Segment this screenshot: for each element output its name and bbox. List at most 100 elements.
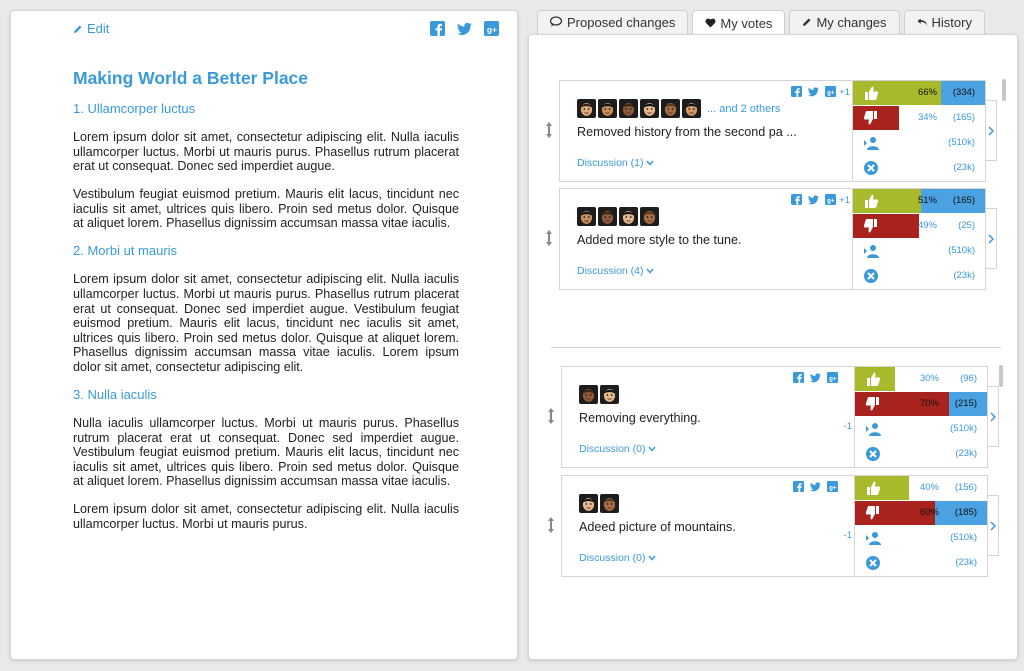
svg-text:g+: g+ [829, 375, 837, 382]
facebook-icon[interactable] [791, 194, 802, 205]
tab-proposed-changes[interactable]: Proposed changes [537, 10, 689, 34]
twitter-icon[interactable] [457, 21, 472, 36]
cancel-vote-row[interactable]: (23k) [855, 551, 987, 576]
discussion-label: Discussion (4) [577, 265, 644, 277]
more-voters-link[interactable]: ... and 2 others [707, 103, 780, 115]
downvote-row[interactable]: 34% (165) [853, 106, 985, 131]
expand-arrow-button[interactable] [986, 100, 997, 161]
expand-arrow-button[interactable] [988, 386, 999, 447]
tab-bar: Proposed changes My votes My changes Histor… [537, 10, 985, 35]
avatar[interactable] [600, 385, 619, 404]
users-count: (510k) [950, 423, 977, 434]
document-body: Making World a Better Place 1. Ullamcorp… [73, 69, 459, 544]
my-vote-badge: +1 [839, 195, 850, 206]
avatar[interactable] [619, 99, 638, 118]
drag-handle[interactable] [545, 230, 553, 248]
vote-panel: 30% (96) 70% (215) (510k) (23k) [854, 366, 988, 468]
twitter-icon[interactable] [810, 372, 821, 383]
up-percent: 51% [917, 195, 937, 206]
downvote-row[interactable]: 49% (25) [853, 214, 985, 239]
google-plus-icon[interactable]: g+ [827, 372, 838, 383]
drag-handle[interactable] [545, 122, 553, 140]
avatar[interactable] [579, 385, 598, 404]
google-plus-icon[interactable]: g+ [484, 21, 499, 36]
drag-handle[interactable] [547, 517, 555, 535]
downvote-row[interactable]: 70% (215) [855, 392, 987, 417]
upvote-row[interactable]: 51% (165) [853, 189, 985, 214]
avatar[interactable] [579, 494, 598, 513]
twitter-icon[interactable] [808, 194, 819, 205]
delegate-row[interactable]: (510k) [855, 526, 987, 551]
edit-button[interactable]: Edit [73, 21, 109, 36]
card-share-buttons: g+ [791, 194, 836, 205]
google-plus-icon[interactable]: g+ [825, 86, 836, 97]
cancel-vote-row[interactable]: (23k) [853, 264, 985, 289]
cancel-vote-row[interactable]: (23k) [853, 156, 985, 181]
avatar[interactable] [600, 494, 619, 513]
delegate-row[interactable]: (510k) [855, 417, 987, 442]
down-count: (165) [952, 112, 975, 123]
discussion-toggle[interactable]: Discussion (1) [577, 157, 654, 169]
twitter-icon[interactable] [808, 86, 819, 97]
down-percent: 49% [917, 220, 937, 231]
vote-panel: 51% (165) 49% (25) (510k) (23k) [852, 188, 986, 290]
expand-arrow-button[interactable] [988, 495, 999, 556]
vote-panel: 40% (156) 60% (185) (510k) (23k) [854, 475, 988, 577]
cancel-count: (23k) [953, 162, 975, 173]
google-plus-icon[interactable]: g+ [827, 481, 838, 492]
tab-history[interactable]: History [903, 10, 985, 34]
delegate-row[interactable]: (510k) [853, 239, 985, 264]
down-count: (185) [954, 507, 977, 518]
avatar[interactable] [682, 99, 701, 118]
avatar[interactable] [598, 99, 617, 118]
cancel-vote-row[interactable]: (23k) [855, 442, 987, 467]
facebook-icon[interactable] [793, 372, 804, 383]
tab-my-changes[interactable]: My changes [789, 10, 900, 34]
avatar[interactable] [577, 207, 596, 226]
expand-arrow-button[interactable] [986, 208, 997, 269]
drag-handle[interactable] [547, 408, 555, 426]
discussion-toggle[interactable]: Discussion (4) [577, 265, 654, 277]
tab-my-votes[interactable]: My votes [692, 10, 786, 35]
discussion-toggle[interactable]: Discussion (0) [579, 552, 656, 564]
scrollbar-thumb-top[interactable] [1002, 79, 1006, 101]
downvote-row[interactable]: 60% (185) [855, 501, 987, 526]
voter-avatars: ... and 2 others [577, 99, 780, 118]
tab-label: My changes [816, 15, 887, 30]
down-count: (25) [958, 220, 975, 231]
up-percent: 66% [917, 87, 937, 98]
upvote-row[interactable]: 40% (156) [855, 476, 987, 501]
avatar[interactable] [640, 207, 659, 226]
facebook-icon[interactable] [430, 21, 445, 36]
votes-panel: ... and 2 others g+ +1 Removed history from… [528, 34, 1018, 660]
up-count: (156) [954, 482, 977, 493]
change-summary: g+ -1 Removing everything. Discussion (0) [561, 366, 854, 468]
google-plus-icon[interactable]: g+ [825, 194, 836, 205]
facebook-icon[interactable] [793, 481, 804, 492]
scrollbar-thumb-bottom[interactable] [999, 365, 1003, 387]
avatar[interactable] [661, 99, 680, 118]
change-description: Adeed picture of mountains. [579, 520, 736, 534]
facebook-icon[interactable] [791, 86, 802, 97]
discussion-toggle[interactable]: Discussion (0) [579, 443, 656, 455]
avatar[interactable] [577, 99, 596, 118]
upvote-row[interactable]: 30% (96) [855, 367, 987, 392]
my-vote-badge: -1 [843, 421, 852, 432]
my-vote-badge: -1 [843, 530, 852, 541]
avatar[interactable] [598, 207, 617, 226]
document-share: g+ [430, 21, 499, 36]
down-percent: 70% [919, 398, 939, 409]
chevron-down-icon [646, 443, 657, 455]
discussion-label: Discussion (0) [579, 443, 646, 455]
section-paragraph: Lorem ipsum dolor sit amet, consectetur … [73, 130, 459, 174]
section-paragraph: Nulla iaculis ullamcorper luctus. Morbi … [73, 416, 459, 489]
twitter-icon[interactable] [810, 481, 821, 492]
tab-label: My votes [720, 15, 773, 31]
document-panel: Edit g+ Making World a Better Place 1. U… [10, 10, 518, 660]
upvote-row[interactable]: 66% (334) [853, 81, 985, 106]
avatar[interactable] [619, 207, 638, 226]
delegate-row[interactable]: (510k) [853, 131, 985, 156]
card-share-buttons: g+ [793, 372, 838, 383]
users-count: (510k) [948, 245, 975, 256]
avatar[interactable] [640, 99, 659, 118]
